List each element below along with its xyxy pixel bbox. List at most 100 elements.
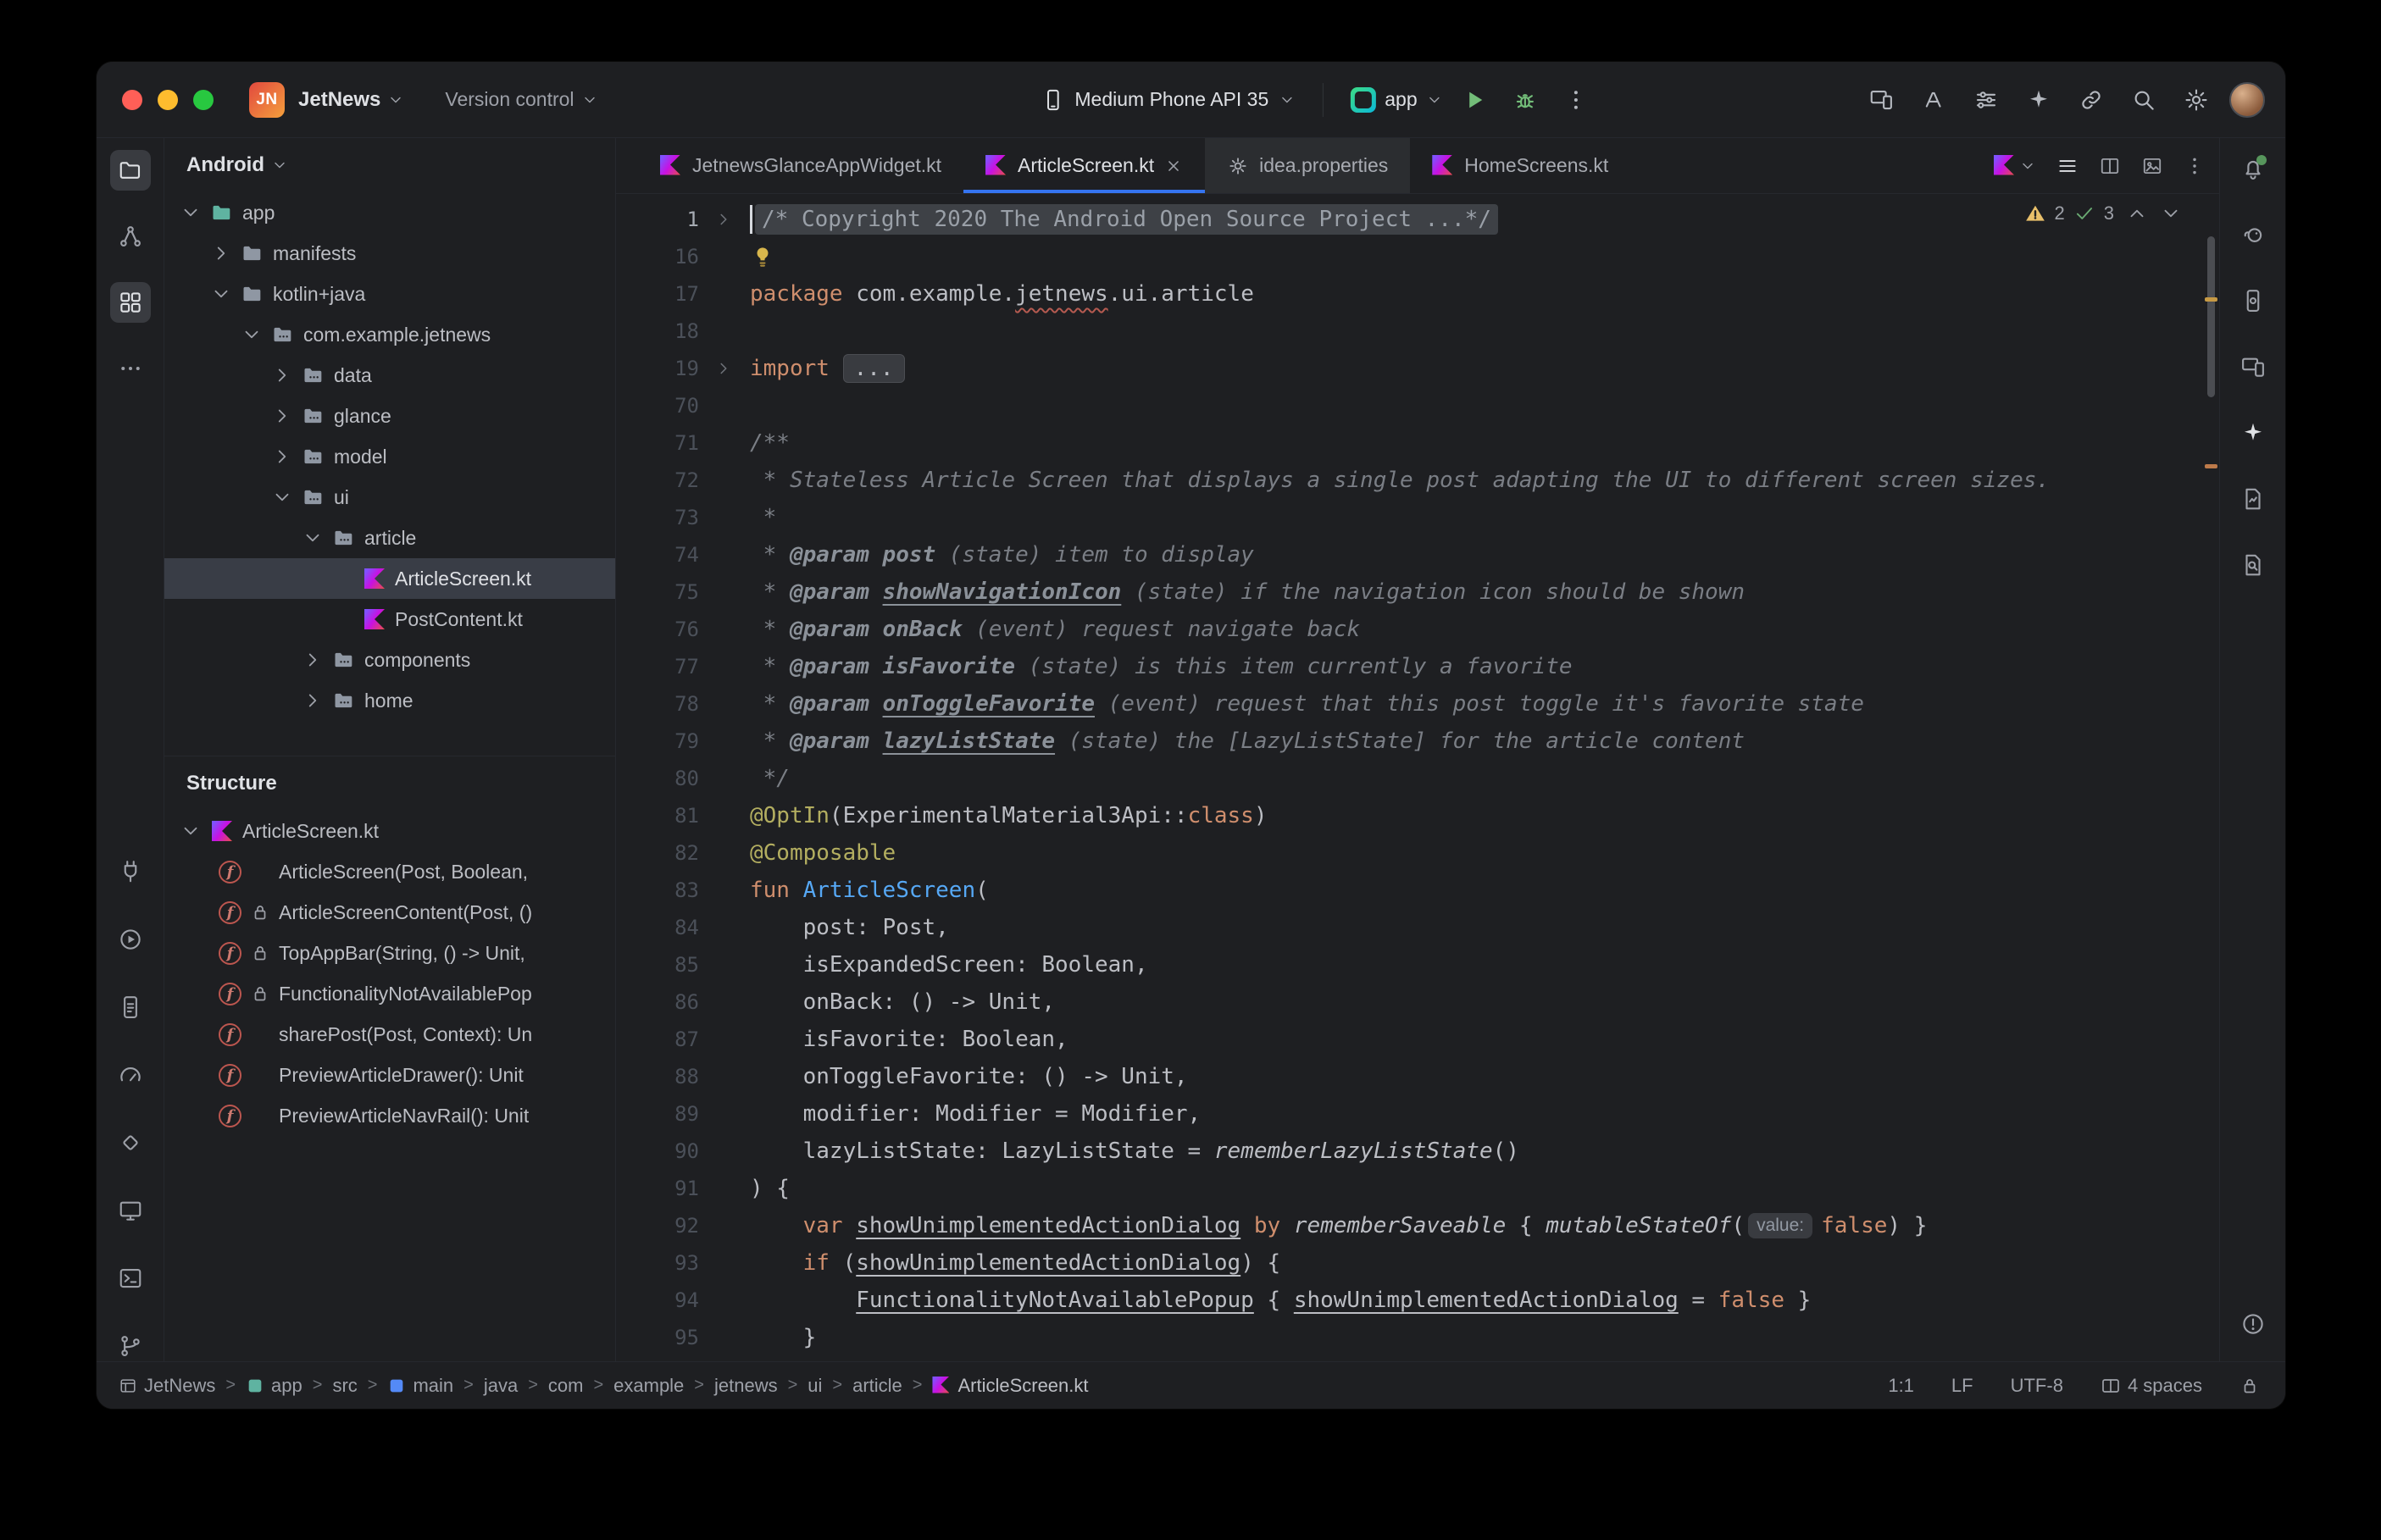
tool-app-inspection-button[interactable]	[110, 919, 151, 960]
chevron-right-icon[interactable]	[302, 690, 324, 712]
tool-more-tool-windows-button[interactable]	[110, 348, 151, 389]
structure-function-item[interactable]: fTopAppBar(String, () -> Unit,	[164, 933, 615, 973]
close-window-button[interactable]	[122, 90, 142, 110]
editor-more-button[interactable]	[2184, 155, 2206, 177]
user-avatar[interactable]	[2229, 82, 2265, 118]
chevron-right-icon[interactable]	[271, 446, 293, 468]
preview-layout-button[interactable]	[2141, 155, 2163, 177]
tool-app-insights-button[interactable]	[2233, 479, 2273, 519]
project-tree-item-PostContent.kt[interactable]: PostContent.kt	[164, 599, 615, 640]
breadcrumb-item-ArticleScreen.kt[interactable]: ArticleScreen.kt	[932, 1375, 1088, 1397]
recent-files-button[interactable]	[1994, 155, 2036, 177]
code-editor[interactable]: 1/* Copyright 2020 The Android Open Sour…	[616, 194, 2219, 1361]
project-tree-item-ArticleScreen.kt[interactable]: ArticleScreen.kt	[164, 558, 615, 599]
breadcrumb-item-example[interactable]: example	[613, 1375, 684, 1397]
tool-commit-button[interactable]	[110, 216, 151, 257]
chevron-right-icon[interactable]	[271, 364, 293, 386]
chevron-right-icon[interactable]	[271, 405, 293, 427]
tool-gemini-button[interactable]	[2233, 413, 2273, 453]
project-tree-item-app[interactable]: app	[164, 192, 615, 233]
inspection-widget[interactable]: 2 3	[2024, 202, 2183, 224]
lock-icon[interactable]	[2239, 1376, 2260, 1396]
line-separator-widget[interactable]: LF	[1951, 1375, 1973, 1397]
run-button[interactable]	[1455, 80, 1494, 119]
encoding-widget[interactable]: UTF-8	[2011, 1375, 2063, 1397]
intention-bulb-icon[interactable]	[750, 244, 775, 269]
breadcrumb-item-src[interactable]: src	[332, 1375, 357, 1397]
editor-layout-widget[interactable]: 4 spaces	[2101, 1375, 2202, 1397]
debug-button[interactable]	[1506, 80, 1545, 119]
chevron-right-icon[interactable]	[302, 649, 324, 671]
fold-toggle-icon[interactable]	[704, 210, 743, 229]
next-problem-icon[interactable]	[2160, 202, 2182, 224]
project-tree-item-com.example.jetnews[interactable]: com.example.jetnews	[164, 314, 615, 355]
tool-device-explorer-button[interactable]	[110, 851, 151, 892]
chevron-down-icon[interactable]	[241, 324, 263, 346]
project-tree-item-home[interactable]: home	[164, 680, 615, 721]
chevron-down-icon[interactable]	[271, 486, 293, 508]
chevron-down-icon[interactable]	[180, 202, 202, 224]
chevron-down-icon[interactable]	[302, 527, 324, 549]
previous-problem-icon[interactable]	[2126, 202, 2148, 224]
tool-terminal-button[interactable]	[110, 1258, 151, 1299]
settings-gear-button[interactable]	[2177, 80, 2216, 119]
error-stripe-mark[interactable]	[2205, 297, 2217, 302]
tool-version-control-button[interactable]	[110, 1326, 151, 1366]
project-tree-item-article[interactable]: article	[164, 518, 615, 558]
editor-tab-JetnewsGlanceAppWidget.kt[interactable]: JetnewsGlanceAppWidget.kt	[638, 138, 963, 193]
project-switcher[interactable]: JetNews	[298, 88, 404, 112]
device-mirror-button[interactable]	[1862, 80, 1901, 119]
editor-tab-idea.properties[interactable]: idea.properties	[1205, 138, 1410, 193]
project-panel-header[interactable]: Android	[164, 138, 615, 192]
breadcrumb-item-app[interactable]: app	[246, 1375, 302, 1397]
structure-function-item[interactable]: fFunctionalityNotAvailablePop	[164, 973, 615, 1014]
project-tree-item-manifests[interactable]: manifests	[164, 233, 615, 274]
chevron-down-icon[interactable]	[210, 283, 232, 305]
breadcrumb-item-article[interactable]: article	[852, 1375, 902, 1397]
chevron-down-icon[interactable]	[180, 820, 202, 842]
project-tree-item-data[interactable]: data	[164, 355, 615, 396]
ai-actions-button[interactable]	[1914, 80, 1953, 119]
tool-notifications-button[interactable]	[2233, 148, 2273, 189]
tool-problems-button[interactable]	[2233, 1304, 2273, 1344]
close-tab-icon[interactable]	[1164, 157, 1183, 175]
zoom-window-button[interactable]	[193, 90, 214, 110]
tool-structure-button[interactable]	[110, 282, 151, 323]
link-button[interactable]	[2072, 80, 2111, 119]
breadcrumb-item-JetNews[interactable]: JetNews	[119, 1375, 215, 1397]
structure-function-item[interactable]: fArticleScreen(Post, Boolean,	[164, 851, 615, 892]
caret-position-widget[interactable]: 1:1	[1888, 1375, 1914, 1397]
more-run-options-button[interactable]	[1557, 80, 1596, 119]
tool-app-quality-insights-button[interactable]	[110, 1122, 151, 1163]
tool-running-devices-mirror-button[interactable]	[2233, 346, 2273, 387]
run-configuration[interactable]: app	[1351, 87, 1442, 113]
project-tree-item-kotlin+java[interactable]: kotlin+java	[164, 274, 615, 314]
tool-find-file-button[interactable]	[2233, 545, 2273, 585]
project-tree-item-ui[interactable]: ui	[164, 477, 615, 518]
search-button[interactable]	[2124, 80, 2163, 119]
structure-function-item[interactable]: fsharePost(Post, Context): Un	[164, 1014, 615, 1055]
structure-function-item[interactable]: fPreviewArticleNavRail(): Unit	[164, 1095, 615, 1136]
project-tree-item-components[interactable]: components	[164, 640, 615, 680]
error-stripe-mark[interactable]	[2205, 464, 2217, 468]
tool-profiler-button[interactable]	[110, 1055, 151, 1095]
tool-gradle-button[interactable]	[2233, 214, 2273, 255]
project-tree-item-model[interactable]: model	[164, 436, 615, 477]
tool-project-button[interactable]	[110, 150, 151, 191]
breadcrumb-item-jetnews[interactable]: jetnews	[714, 1375, 778, 1397]
tool-logcat-button[interactable]	[110, 987, 151, 1028]
vcs-widget[interactable]: Version control	[445, 88, 597, 111]
structure-function-item[interactable]: fPreviewArticleDrawer(): Unit	[164, 1055, 615, 1095]
settings-sliders-button[interactable]	[1967, 80, 2006, 119]
editor-tab-ArticleScreen.kt[interactable]: ArticleScreen.kt	[963, 138, 1205, 193]
editor-tab-HomeScreens.kt[interactable]: HomeScreens.kt	[1410, 138, 1630, 193]
breadcrumb-item-java[interactable]: java	[484, 1375, 518, 1397]
editor-scrollbar-thumb[interactable]	[2207, 236, 2215, 397]
fold-toggle-icon[interactable]	[704, 359, 743, 378]
breadcrumb-item-ui[interactable]: ui	[808, 1375, 822, 1397]
split-editor-button[interactable]	[2099, 155, 2121, 177]
chevron-right-icon[interactable]	[210, 242, 232, 264]
tool-running-devices-button[interactable]	[110, 1190, 151, 1231]
breadcrumb-item-main[interactable]: main	[387, 1375, 453, 1397]
breadcrumb-item-com[interactable]: com	[548, 1375, 584, 1397]
